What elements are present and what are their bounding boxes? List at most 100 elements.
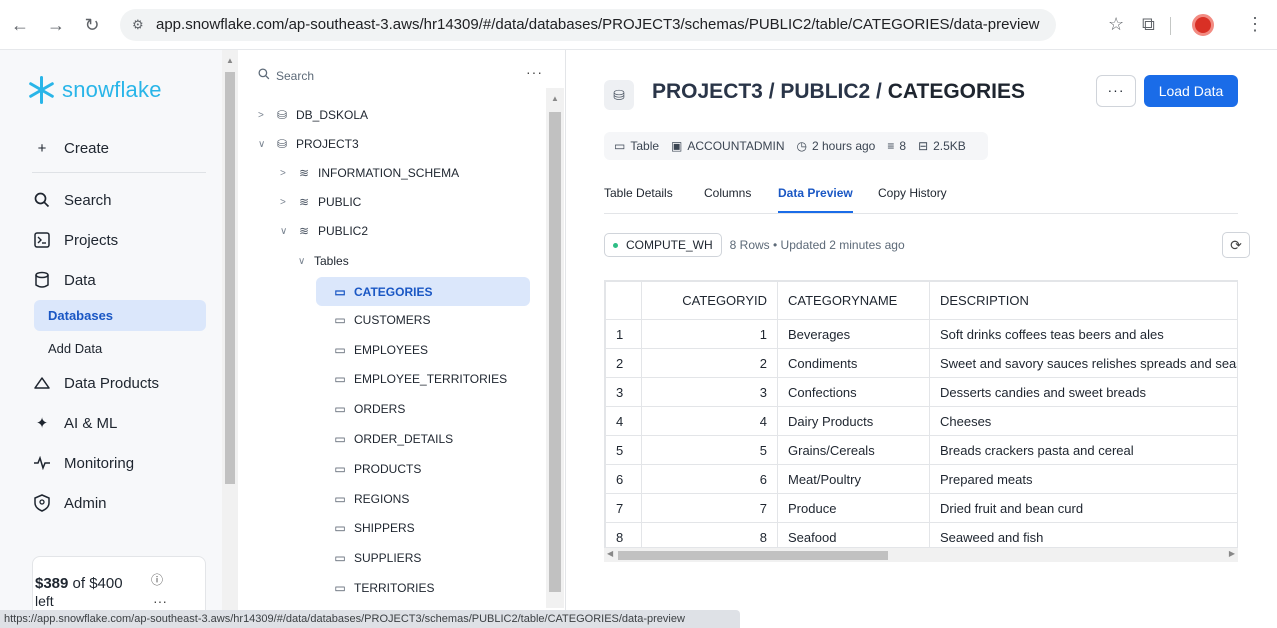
table-row[interactable]: 2 2 Condiments Sweet and savory sauces reli… [605,348,1237,378]
tree-schema-public[interactable]: > ≋ PUBLIC [280,191,361,213]
scrollbar-thumb[interactable] [618,551,888,560]
tree-schema-public2[interactable]: ∨ ≋ PUBLIC2 [280,220,368,242]
site-settings-icon[interactable]: ⚙ [132,16,150,34]
row-number[interactable]: 4 [605,406,642,436]
tree-table-item[interactable]: ▭ REGIONS [332,488,409,510]
browser-menu-icon[interactable]: ⋮ [1246,12,1264,36]
load-data-button[interactable]: Load Data [1144,75,1238,107]
tree-db-project3[interactable]: ∨ ⛁ PROJECT3 [258,133,359,155]
tree-more-icon[interactable]: ··· [526,64,543,80]
address-url[interactable]: app.snowflake.com/ap-southeast-3.aws/hr1… [156,16,1040,33]
tree-table-item[interactable]: ▭ EMPLOYEE_TERRITORIES [332,368,507,390]
table-row[interactable]: 4 4 Dairy Products Cheeses [605,406,1237,436]
nav-databases[interactable]: Databases [34,300,206,331]
table-cell[interactable]: 1 [641,319,778,349]
tree-table-item[interactable]: ▭ ORDER_DETAILS [332,428,453,450]
row-number[interactable]: 5 [605,435,642,465]
table-cell[interactable]: Breads crackers pasta and cereal [929,435,1237,465]
table-cell[interactable]: Dried fruit and bean curd [929,493,1237,523]
info-icon[interactable]: ⓘ [151,571,163,588]
nav-projects[interactable]: Projects [32,228,118,252]
nav-add-data[interactable]: Add Data [48,341,102,356]
nav-ai-ml[interactable]: ✦ AI & ML [32,411,118,435]
tree-table-item[interactable]: ▭ PRODUCTS [332,458,421,480]
forward-icon[interactable]: → [44,13,68,37]
table-cell[interactable]: Prepared meats [929,464,1237,494]
tree-db-dskola[interactable]: > ⛁ DB_DSKOLA [258,104,368,126]
tab-columns[interactable]: Columns [704,186,751,200]
table-cell[interactable]: 2 [641,348,778,378]
table-row[interactable]: 1 1 Beverages Soft drinks coffees teas beer… [605,319,1237,349]
column-header[interactable]: CATEGORYID [641,281,778,320]
table-cell[interactable]: 4 [641,406,778,436]
snowflake-logo[interactable]: snowflake [26,75,162,105]
table-cell[interactable]: Confections [777,377,930,407]
table-cell[interactable]: Condiments [777,348,930,378]
nav-data[interactable]: Data [32,268,96,292]
table-row[interactable]: 7 7 Produce Dried fruit and bean curd [605,493,1237,523]
tree-folder-tables[interactable]: ∨ Tables [298,250,349,272]
nav-admin[interactable]: Admin [32,491,107,515]
more-actions-button[interactable]: ··· [1096,75,1136,107]
scroll-right-arrow-icon[interactable]: ▶ [1229,549,1235,558]
tree-table-item[interactable]: ▭ ORDERS [332,398,405,420]
row-number[interactable]: 6 [605,464,642,494]
table-cell[interactable]: 5 [641,435,778,465]
address-bar[interactable]: ⚙ app.snowflake.com/ap-southeast-3.aws/h… [120,9,1056,41]
table-row[interactable]: 5 5 Grains/Cereals Breads crackers pasta an… [605,435,1237,465]
bookmark-star-icon[interactable]: ☆ [1108,12,1124,36]
profile-avatar[interactable] [1192,14,1214,36]
table-cell[interactable]: Meat/Poultry [777,464,930,494]
warehouse-selector[interactable]: COMPUTE_WH [604,233,722,257]
refresh-button[interactable]: ⟳ [1222,232,1250,258]
table-cell[interactable]: 7 [641,493,778,523]
table-cell[interactable]: Cheeses [929,406,1237,436]
table-cell[interactable]: Sweet and savory sauces relishes spreads… [929,348,1237,378]
tree-table-item[interactable]: ▭ EMPLOYEES [332,339,428,361]
table-cell[interactable]: Soft drinks coffees teas beers and ales [929,319,1237,349]
tree-table-item[interactable]: ▭ SUPPLIERS [332,547,421,569]
tab-copy-history[interactable]: Copy History [878,186,947,200]
tree-search-input[interactable]: Search [258,68,314,83]
tree-table-item[interactable]: ▭ CUSTOMERS [332,309,430,331]
tree-table-item[interactable]: ▭ TERRITORIES [332,577,434,599]
table-cell[interactable]: Desserts candies and sweet breads [929,377,1237,407]
nav-scrollbar[interactable]: ▲ [222,50,238,610]
table-cell[interactable]: Beverages [777,319,930,349]
nav-monitoring[interactable]: Monitoring [32,451,134,475]
tab-table-details[interactable]: Table Details [604,186,673,200]
table-row[interactable]: 3 3 Confections Desserts candies and sweet … [605,377,1237,407]
table-cell[interactable]: Grains/Cereals [777,435,930,465]
tree-scrollbar[interactable]: ▲ [546,88,564,608]
grid-horizontal-scrollbar[interactable]: ◀ ▶ [604,547,1238,562]
scroll-left-arrow-icon[interactable]: ◀ [607,549,613,558]
tab-data-preview[interactable]: Data Preview [778,186,853,213]
nav-create[interactable]: + Create [32,136,109,160]
credit-more-icon[interactable]: ··· [153,593,167,609]
tree-table-item[interactable]: ▭ SHIPPERS [332,517,414,539]
column-header[interactable]: DESCRIPTION [929,281,1237,320]
row-number[interactable]: 1 [605,319,642,349]
tree-table-item[interactable]: ▭ CATEGORIES [316,277,530,306]
table-row[interactable]: 6 6 Meat/Poultry Prepared meats [605,464,1237,494]
table-cell[interactable]: 6 [641,464,778,494]
row-number[interactable]: 2 [605,348,642,378]
scrollbar-thumb[interactable] [549,112,561,592]
scroll-up-arrow-icon[interactable]: ▲ [551,94,559,103]
reload-icon[interactable]: ↻ [80,13,104,37]
nav-search[interactable]: Search [32,188,112,212]
row-number[interactable]: 7 [605,493,642,523]
tree-schema-information[interactable]: > ≋ INFORMATION_SCHEMA [280,162,459,184]
table-cell[interactable]: Produce [777,493,930,523]
database-icon [32,270,52,290]
scroll-up-arrow-icon[interactable]: ▲ [226,56,234,65]
back-icon[interactable]: ← [8,13,32,37]
table-cell[interactable]: 3 [641,377,778,407]
scrollbar-thumb[interactable] [225,72,235,484]
table-cell[interactable]: Dairy Products [777,406,930,436]
breadcrumb-path[interactable]: PROJECT3 / PUBLIC2 / [652,80,888,103]
nav-data-products[interactable]: Data Products [32,371,159,395]
row-number[interactable]: 3 [605,377,642,407]
column-header[interactable]: CATEGORYNAME [777,281,930,320]
extensions-icon[interactable]: ⧉ [1142,12,1155,36]
